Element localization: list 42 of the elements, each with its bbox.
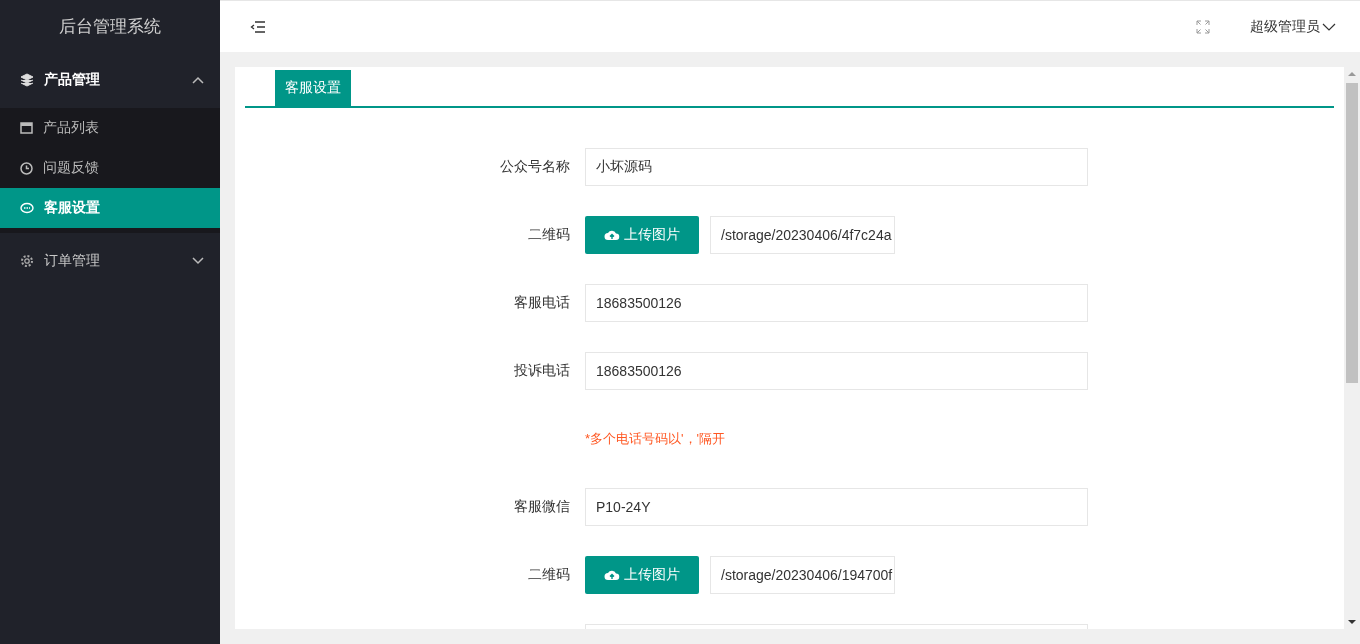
upload-button[interactable]: 上传图片: [585, 556, 699, 594]
fullscreen-icon[interactable]: [1196, 19, 1210, 34]
menu-fold-icon[interactable]: [250, 19, 266, 34]
sidebar-item[interactable]: 客服设置: [0, 188, 220, 228]
app-title: 后台管理系统: [58, 15, 162, 38]
field-label: 二维码: [527, 226, 570, 244]
scroll-down-icon[interactable]: [1348, 619, 1356, 625]
scroll-up-icon[interactable]: [1348, 71, 1356, 77]
chevron-down-icon: [1322, 22, 1336, 31]
input-field[interactable]: 18683500126: [585, 284, 1088, 322]
input-field[interactable]: /storage/20230406/4f7c24a: [710, 216, 895, 254]
input-field[interactable]: 18683500126: [585, 352, 1088, 390]
group-label: 产品管理: [44, 71, 101, 89]
input-field[interactable]: /storage/20230406/194700f: [710, 556, 895, 594]
tab[interactable]: 客服设置: [275, 70, 351, 106]
field-label: 二维码: [527, 566, 570, 584]
input-field[interactable]: 小坏源码: [585, 148, 1088, 186]
item-label: 问题反馈: [43, 159, 99, 177]
group-label: 订单管理: [44, 252, 101, 270]
user-menu[interactable]: 超级管理员: [1250, 17, 1336, 36]
sidebar-item[interactable]: 产品列表: [0, 108, 220, 148]
field-label: 客服微信: [513, 498, 570, 516]
cloud-upload-icon: [604, 229, 620, 241]
sidebar-group[interactable]: 产品管理: [0, 52, 220, 108]
chevron-up-icon: [192, 76, 204, 84]
item-label: 产品列表: [43, 119, 99, 137]
cloud-upload-icon: [604, 569, 620, 581]
hint-text: *多个电话号码以'，'隔开: [585, 430, 726, 448]
clock-icon: [20, 161, 33, 175]
chat-bubble-icon: [20, 201, 34, 215]
sidebar-item[interactable]: 问题反馈: [0, 148, 220, 188]
field-label: 客服电话: [513, 294, 570, 312]
sidebar-group[interactable]: 订单管理: [0, 233, 220, 289]
input-field[interactable]: P10-24Y: [585, 488, 1088, 526]
layers-icon: [20, 73, 34, 87]
item-label: 客服设置: [44, 199, 100, 217]
gear-icon: [20, 254, 34, 268]
upload-button[interactable]: 上传图片: [585, 216, 699, 254]
field-label: 投诉电话: [513, 362, 570, 380]
window-icon: [20, 122, 33, 134]
chevron-down-icon: [192, 257, 204, 265]
field-label: 公众号名称: [499, 158, 570, 176]
